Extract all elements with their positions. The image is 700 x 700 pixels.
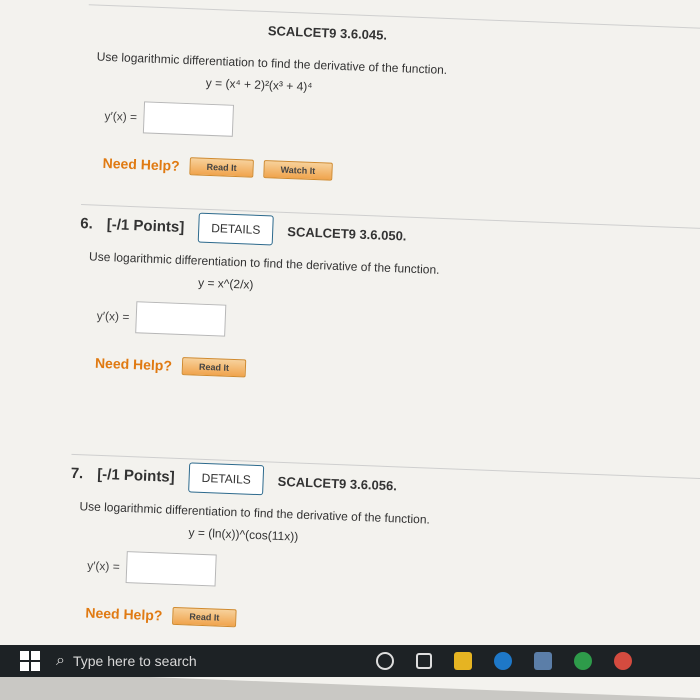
- answer-label: y′(x) =: [104, 108, 138, 125]
- need-help-label: Need Help?: [94, 354, 173, 374]
- problem-7: 7. [-/1 Points] DETAILS SCALCET9 3.6.056…: [65, 453, 700, 648]
- need-help-label: Need Help?: [102, 154, 180, 174]
- search-icon: ⌕: [56, 652, 65, 669]
- windows-start-icon[interactable]: [20, 651, 40, 671]
- edge-icon[interactable]: [494, 652, 512, 670]
- file-explorer-icon[interactable]: [454, 652, 472, 670]
- app-icon[interactable]: [614, 652, 632, 670]
- answer-input[interactable]: [125, 551, 217, 587]
- problem-code: SCALCET9 3.6.056.: [277, 473, 398, 493]
- problem-points: [-/1 Points]: [96, 465, 176, 486]
- read-it-button[interactable]: Read It: [172, 606, 237, 628]
- read-it-button[interactable]: Read It: [181, 357, 247, 378]
- answer-input[interactable]: [134, 301, 226, 337]
- details-button[interactable]: DETAILS: [188, 462, 265, 496]
- details-button[interactable]: DETAILS: [197, 212, 274, 246]
- taskbar: ⌕ Type here to search: [0, 645, 700, 677]
- problem-5: SCALCET9 3.6.045. Use logarithmic differ…: [82, 4, 700, 198]
- task-view-icon[interactable]: [416, 653, 432, 669]
- need-help-label: Need Help?: [85, 604, 163, 624]
- search-placeholder: Type here to search: [72, 653, 197, 669]
- problem-number: 7.: [70, 464, 84, 482]
- store-icon[interactable]: [534, 652, 552, 670]
- answer-label: y′(x) =: [86, 558, 121, 574]
- problem-code: SCALCET9 3.6.045.: [267, 22, 388, 43]
- problem-number: 6.: [80, 214, 94, 233]
- cortana-icon[interactable]: [376, 652, 394, 670]
- read-it-button[interactable]: Read It: [189, 157, 254, 178]
- watch-it-button[interactable]: Watch It: [263, 160, 333, 181]
- webassign-page: SCALCET9 3.6.045. Use logarithmic differ…: [0, 0, 700, 699]
- answer-input[interactable]: [142, 101, 234, 137]
- chrome-icon[interactable]: [574, 652, 592, 670]
- taskbar-search[interactable]: ⌕ Type here to search: [56, 645, 346, 677]
- taskbar-icons: [376, 652, 632, 670]
- problem-points: [-/1 Points]: [106, 215, 185, 236]
- problem-code: SCALCET9 3.6.050.: [287, 223, 407, 244]
- answer-label: y′(x) =: [96, 308, 130, 324]
- problem-6: 6. [-/1 Points] DETAILS SCALCET9 3.6.050…: [74, 204, 700, 398]
